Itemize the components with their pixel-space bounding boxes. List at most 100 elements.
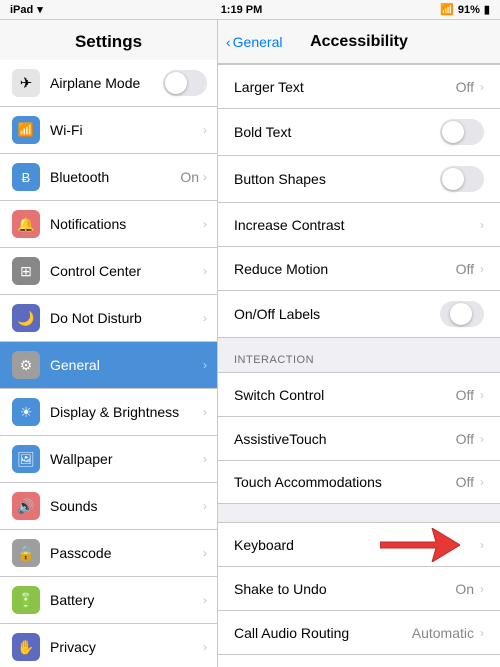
- back-chevron-icon: ‹: [226, 34, 231, 50]
- passcode-chevron: ›: [203, 546, 207, 560]
- switchcontrol-value: Off: [456, 387, 474, 403]
- display-chevron: ›: [203, 405, 207, 419]
- passcode-icon: 🔒: [12, 539, 40, 567]
- sidebar-item-label-wallpaper: Wallpaper: [50, 451, 203, 467]
- keyboard-chevron: ›: [480, 538, 484, 552]
- main-layout: Settings ✈ Airplane Mode 📶 Wi-Fi › Ƀ Blu…: [0, 20, 500, 667]
- donotdisturb-chevron: ›: [203, 311, 207, 325]
- keyboard-label: Keyboard: [234, 537, 480, 553]
- row-shaketoundo[interactable]: Shake to Undo On ›: [218, 566, 500, 610]
- assistivetouch-chevron: ›: [480, 432, 484, 446]
- carrier-label: iPad: [10, 4, 33, 16]
- touchaccommodations-chevron: ›: [480, 475, 484, 489]
- keyboard-section: Keyboard › Shake to Undo On › Call Audio…: [218, 504, 500, 667]
- sidebar-item-display[interactable]: ☀ Display & Brightness ›: [0, 389, 217, 436]
- wifi-status-icon: 📶: [440, 3, 454, 16]
- interaction-section: INTERACTION Switch Control Off › Assisti…: [218, 338, 500, 504]
- sidebar-item-label-passcode: Passcode: [50, 545, 203, 561]
- largertext-chevron: ›: [480, 80, 484, 94]
- bluetooth-value: On: [180, 169, 199, 185]
- back-label: General: [233, 34, 283, 50]
- touchaccommodations-label: Touch Accommodations: [234, 474, 456, 490]
- sidebar-item-sounds[interactable]: 🔊 Sounds ›: [0, 483, 217, 530]
- privacy-icon: ✋: [12, 633, 40, 661]
- battery-icon: ▮: [484, 3, 490, 16]
- sidebar-item-label-privacy: Privacy: [50, 639, 203, 655]
- largertext-value: Off: [456, 79, 474, 95]
- sidebar-item-label-wifi: Wi-Fi: [50, 122, 203, 138]
- controlcenter-icon: ⊞: [12, 257, 40, 285]
- nav-title: Accessibility: [310, 33, 408, 51]
- sidebar-item-label-airplane: Airplane Mode: [50, 75, 163, 91]
- buttonshapes-toggle[interactable]: [440, 166, 484, 192]
- row-buttonshapes[interactable]: Button Shapes: [218, 155, 500, 202]
- row-boldtext[interactable]: Bold Text: [218, 108, 500, 155]
- boldtext-toggle[interactable]: [440, 119, 484, 145]
- sidebar-item-notifications[interactable]: 🔔 Notifications ›: [0, 201, 217, 248]
- bluetooth-icon: Ƀ: [12, 163, 40, 191]
- battery-chevron: ›: [203, 593, 207, 607]
- sidebar-item-label-donotdisturb: Do Not Disturb: [50, 310, 203, 326]
- nav-back-button[interactable]: ‹ General: [226, 34, 282, 50]
- sidebar-item-general[interactable]: ⚙ General ›: [0, 342, 217, 389]
- row-touchaccommodations[interactable]: Touch Accommodations Off ›: [218, 460, 500, 504]
- row-reducemotion[interactable]: Reduce Motion Off ›: [218, 246, 500, 290]
- sidebar-item-wifi[interactable]: 📶 Wi-Fi ›: [0, 107, 217, 154]
- airplane-icon: ✈: [12, 69, 40, 97]
- row-largertext[interactable]: Larger Text Off ›: [218, 64, 500, 108]
- sidebar-item-label-battery: Battery: [50, 592, 203, 608]
- sidebar-item-wallpaper[interactable]: 🖼 Wallpaper ›: [0, 436, 217, 483]
- sidebar-item-bluetooth[interactable]: Ƀ Bluetooth On ›: [0, 154, 217, 201]
- switchcontrol-chevron: ›: [480, 388, 484, 402]
- sidebar-item-donotdisturb[interactable]: 🌙 Do Not Disturb ›: [0, 295, 217, 342]
- wallpaper-chevron: ›: [203, 452, 207, 466]
- status-time: 1:19 PM: [221, 4, 263, 16]
- shaketoundo-label: Shake to Undo: [234, 581, 455, 597]
- sidebar: Settings ✈ Airplane Mode 📶 Wi-Fi › Ƀ Blu…: [0, 20, 218, 667]
- callaudiorouting-value: Automatic: [412, 625, 474, 641]
- notifications-icon: 🔔: [12, 210, 40, 238]
- callaudiorouting-chevron: ›: [480, 626, 484, 640]
- row-assistivetouch[interactable]: AssistiveTouch Off ›: [218, 416, 500, 460]
- sidebar-item-label-controlcenter: Control Center: [50, 263, 203, 279]
- largertext-label: Larger Text: [234, 79, 456, 95]
- sidebar-item-airplane[interactable]: ✈ Airplane Mode: [0, 60, 217, 107]
- row-onofflabels[interactable]: On/Off Labels: [218, 290, 500, 338]
- onofflabels-toggle[interactable]: [440, 301, 484, 327]
- general-chevron: ›: [203, 358, 207, 372]
- boldtext-label: Bold Text: [234, 124, 440, 140]
- content-area: Larger Text Off › Bold Text Button Shape…: [218, 64, 500, 667]
- sidebar-item-label-display: Display & Brightness: [50, 404, 203, 420]
- sidebar-item-battery[interactable]: 🔋 Battery ›: [0, 577, 217, 624]
- top-section: Larger Text Off › Bold Text Button Shape…: [218, 64, 500, 338]
- airplane-toggle[interactable]: [163, 70, 207, 96]
- battery-label: 91%: [458, 4, 480, 16]
- increasecontrast-label: Increase Contrast: [234, 217, 480, 233]
- interaction-header: INTERACTION: [218, 338, 500, 372]
- row-homebutton[interactable]: Home Button Default ›: [218, 654, 500, 667]
- assistivetouch-value: Off: [456, 431, 474, 447]
- sidebar-title: Settings: [0, 20, 217, 60]
- assistivetouch-label: AssistiveTouch: [234, 431, 456, 447]
- sidebar-item-controlcenter[interactable]: ⊞ Control Center ›: [0, 248, 217, 295]
- controlcenter-chevron: ›: [203, 264, 207, 278]
- notifications-chevron: ›: [203, 217, 207, 231]
- row-increasecontrast[interactable]: Increase Contrast ›: [218, 202, 500, 246]
- sidebar-item-passcode[interactable]: 🔒 Passcode ›: [0, 530, 217, 577]
- sounds-icon: 🔊: [12, 492, 40, 520]
- donotdisturb-icon: 🌙: [12, 304, 40, 332]
- privacy-chevron: ›: [203, 640, 207, 654]
- shaketoundo-chevron: ›: [480, 582, 484, 596]
- sidebar-item-label-notifications: Notifications: [50, 216, 203, 232]
- reducemotion-chevron: ›: [480, 262, 484, 276]
- wifi-chevron: ›: [203, 123, 207, 137]
- sidebar-item-privacy[interactable]: ✋ Privacy ›: [0, 624, 217, 667]
- reducemotion-label: Reduce Motion: [234, 261, 456, 277]
- status-left: iPad ▾: [10, 3, 43, 16]
- bluetooth-chevron: ›: [203, 170, 207, 184]
- callaudiorouting-label: Call Audio Routing: [234, 625, 412, 641]
- row-keyboard[interactable]: Keyboard ›: [218, 522, 500, 566]
- row-callaudiorouting[interactable]: Call Audio Routing Automatic ›: [218, 610, 500, 654]
- reducemotion-value: Off: [456, 261, 474, 277]
- row-switchcontrol[interactable]: Switch Control Off ›: [218, 372, 500, 416]
